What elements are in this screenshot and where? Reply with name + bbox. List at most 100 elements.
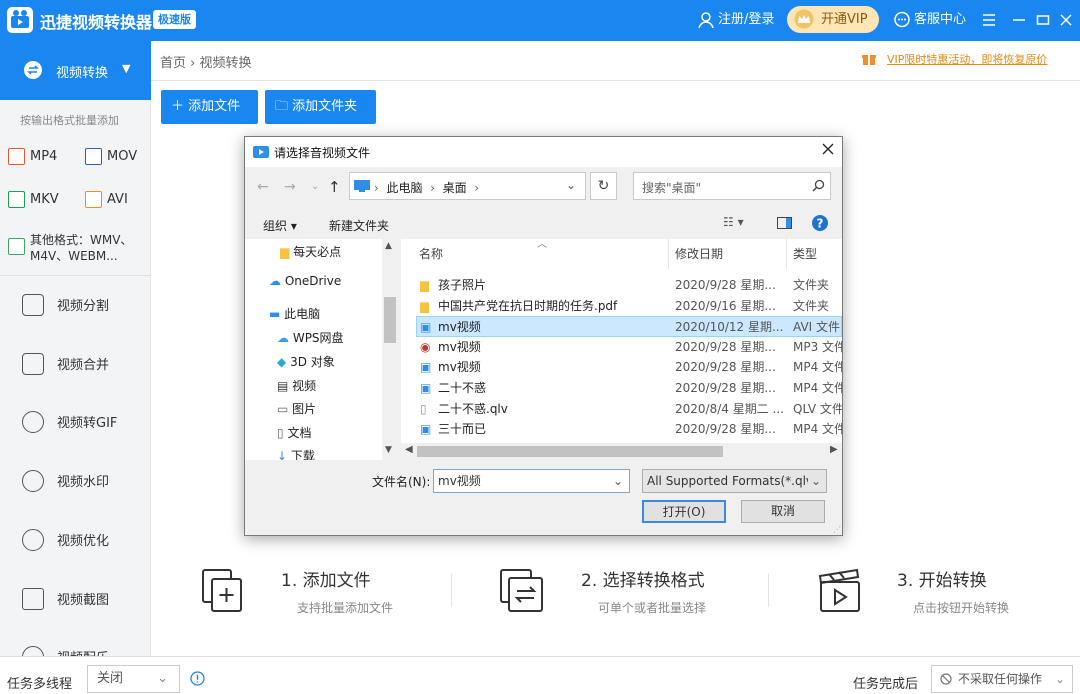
multi-thread-label: 任务多线程	[7, 677, 73, 692]
after-complete-select[interactable]: 不采取任何操作 ⌄	[931, 665, 1073, 693]
app-title: 迅捷视频转换器	[40, 13, 153, 32]
folder-icon: 🗀	[275, 99, 289, 114]
filename-input[interactable]: mv视频 ⌄	[433, 469, 630, 493]
file-row[interactable]: ▣ 二十不惑 2020/9/28 星期... MP4 文件	[416, 378, 842, 399]
organize-button[interactable]: 组织 ▾	[263, 217, 297, 234]
dialog-title-bar: 请选择音视频文件	[245, 137, 842, 167]
add-folder-button[interactable]: 🗀 添加文件夹	[265, 90, 376, 124]
chevron-down-icon: ⌄	[157, 671, 168, 686]
step-divider	[768, 574, 769, 607]
add-files-step-icon	[199, 567, 247, 615]
resize-grip-icon[interactable]: ⋰	[833, 525, 841, 534]
column-type[interactable]: 类型	[787, 239, 842, 269]
sidebar-item-music[interactable]: 视频配乐	[0, 628, 151, 656]
file-row[interactable]: ◉ mv视频 2020/9/28 星期... MP3 文件	[416, 337, 842, 358]
folder-icon: ▆	[420, 278, 430, 292]
recent-chevron-icon[interactable]: ⌄	[311, 181, 319, 192]
view-options-icon[interactable]: ☷ ▾	[723, 215, 744, 229]
convert-icon	[23, 60, 43, 80]
multi-thread-select[interactable]: 关闭 ⌄	[87, 665, 180, 693]
step-divider	[451, 574, 452, 607]
dialog-close-icon[interactable]	[821, 142, 835, 156]
cancel-button[interactable]: 取消	[741, 500, 825, 523]
sidebar-item-watermark[interactable]: 视频水印	[0, 452, 151, 510]
breadcrumb-home[interactable]: 首页	[160, 56, 186, 71]
sidebar-item-merge[interactable]: 视频合并	[0, 335, 151, 393]
sidebar-item-optimize[interactable]: 视频优化	[0, 511, 151, 569]
back-arrow-icon[interactable]: ←	[257, 179, 269, 195]
file-row-selected[interactable]: ▣ mv视频 2020/10/12 星期... AVI 文件	[416, 316, 842, 337]
customer-service-link[interactable]: 客服中心	[914, 10, 966, 30]
search-input[interactable]: 搜索"桌面"	[633, 172, 831, 200]
tree-item-3d[interactable]: ◆ 3D 对象	[277, 353, 335, 376]
horizontal-scrollbar[interactable]: ◀ ▶	[401, 443, 842, 460]
login-link[interactable]: 注册/登录	[718, 10, 774, 30]
step-1-title: 1. 添加文件	[281, 571, 371, 591]
tree-item-this-pc[interactable]: ▬ 此电脑	[269, 305, 320, 328]
new-folder-button[interactable]: 新建文件夹	[329, 217, 389, 234]
breadcrumb-sep: ›	[190, 56, 196, 71]
optimize-icon	[22, 529, 44, 551]
file-row[interactable]: ▆ 中国共产党在抗日时期的任务.pdf 2020/9/16 星期... 文件夹	[416, 296, 842, 317]
tree-item-pictures[interactable]: ▭ 图片	[277, 400, 316, 423]
tree-item-onedrive[interactable]: ☁ OneDrive	[269, 274, 341, 297]
crown-icon	[793, 9, 815, 29]
chevron-down-icon[interactable]: ⌄	[566, 178, 576, 192]
sidebar-item-split[interactable]: 视频分割	[0, 276, 151, 334]
address-bar[interactable]: › 此电脑 › 桌面 › ⌄	[349, 172, 586, 200]
edition-badge: 极速版	[153, 10, 196, 29]
tree-item-wps[interactable]: ☁ WPS网盘	[277, 329, 344, 352]
tree-scroll-thumb[interactable]	[384, 297, 396, 343]
minimize-icon[interactable]	[1012, 13, 1026, 27]
tree-scrollbar[interactable]: ▲ ▼	[382, 239, 398, 460]
mov-icon	[85, 148, 102, 165]
file-row[interactable]: ▣ 三十而已 2020/9/28 星期... MP4 文件	[416, 419, 842, 440]
tree-item-downloads[interactable]: ↓ 下载	[277, 447, 315, 460]
horizontal-scroll-thumb[interactable]	[417, 446, 723, 457]
monitor-icon	[354, 180, 370, 192]
user-icon[interactable]	[697, 11, 715, 29]
add-file-button[interactable]: ＋ 添加文件	[161, 90, 258, 124]
ban-icon	[940, 673, 952, 685]
open-button[interactable]: 打开(O)	[642, 500, 726, 523]
main-divider	[151, 80, 1080, 81]
info-icon[interactable]	[190, 671, 205, 686]
sidebar-item-gif[interactable]: 视频转GIF	[0, 393, 151, 451]
chevron-down-icon: ⌄	[1054, 672, 1065, 686]
file-row[interactable]: ▯ 二十不惑.qlv 2020/8/4 星期二 ... QLV 文件	[416, 399, 842, 420]
maximize-icon[interactable]	[1036, 13, 1050, 27]
menu-icon[interactable]	[982, 13, 996, 27]
forward-arrow-icon[interactable]: →	[284, 179, 296, 195]
tree-item-quick[interactable]: ▆ 每天必点	[280, 243, 341, 266]
blank-file-icon: ▯	[420, 401, 427, 416]
open-vip-button[interactable]: 开通VIP	[787, 6, 879, 33]
file-row[interactable]: ▣ mv视频 2020/9/28 星期... MP4 文件	[416, 357, 842, 378]
column-date[interactable]: 修改日期	[669, 239, 787, 269]
file-row[interactable]: ▆ 孩子照片 2020/9/28 星期... 文件夹	[416, 275, 842, 296]
sidebar-item-video-convert[interactable]: 视频转换 ▼	[0, 41, 151, 100]
refresh-icon[interactable]: ↻	[590, 172, 617, 200]
step-3-title: 3. 开始转换	[897, 571, 987, 591]
tree-item-video[interactable]: ▤ 视频	[277, 377, 316, 400]
tree-item-documents[interactable]: ▯ 文档	[277, 424, 311, 447]
other-format-icon	[8, 238, 25, 255]
screenshot-icon	[22, 588, 44, 610]
chevron-down-icon: ⌄	[807, 470, 821, 492]
mp4-icon	[8, 148, 25, 165]
sidebar-item-screenshot[interactable]: 视频截图	[0, 570, 151, 628]
file-list: 名称 ︿ 修改日期 类型 ▆ 孩子照片 2020/9/28 星期... 文件夹 …	[401, 239, 842, 460]
split-icon	[22, 294, 44, 316]
close-icon[interactable]	[1059, 13, 1073, 27]
preview-pane-icon[interactable]	[777, 217, 792, 229]
video-file-icon: ▣	[420, 360, 432, 375]
help-icon[interactable]: ?	[811, 214, 829, 232]
step-1-sub: 支持批量添加文件	[297, 601, 394, 615]
vip-promo-link[interactable]: VIP限时特惠活动，即将恢复原价	[887, 51, 1047, 67]
video-file-icon: ▣	[420, 422, 432, 437]
sort-up-icon: ︿	[537, 239, 547, 250]
format-filter-select[interactable]: All Supported Formats(*.qlv; ⌄	[642, 469, 827, 493]
chat-icon[interactable]	[893, 11, 911, 29]
up-arrow-icon[interactable]: ↑	[328, 178, 341, 196]
open-vip-label: 开通VIP	[821, 12, 868, 27]
chevron-down-icon[interactable]: ⌄	[613, 470, 623, 492]
